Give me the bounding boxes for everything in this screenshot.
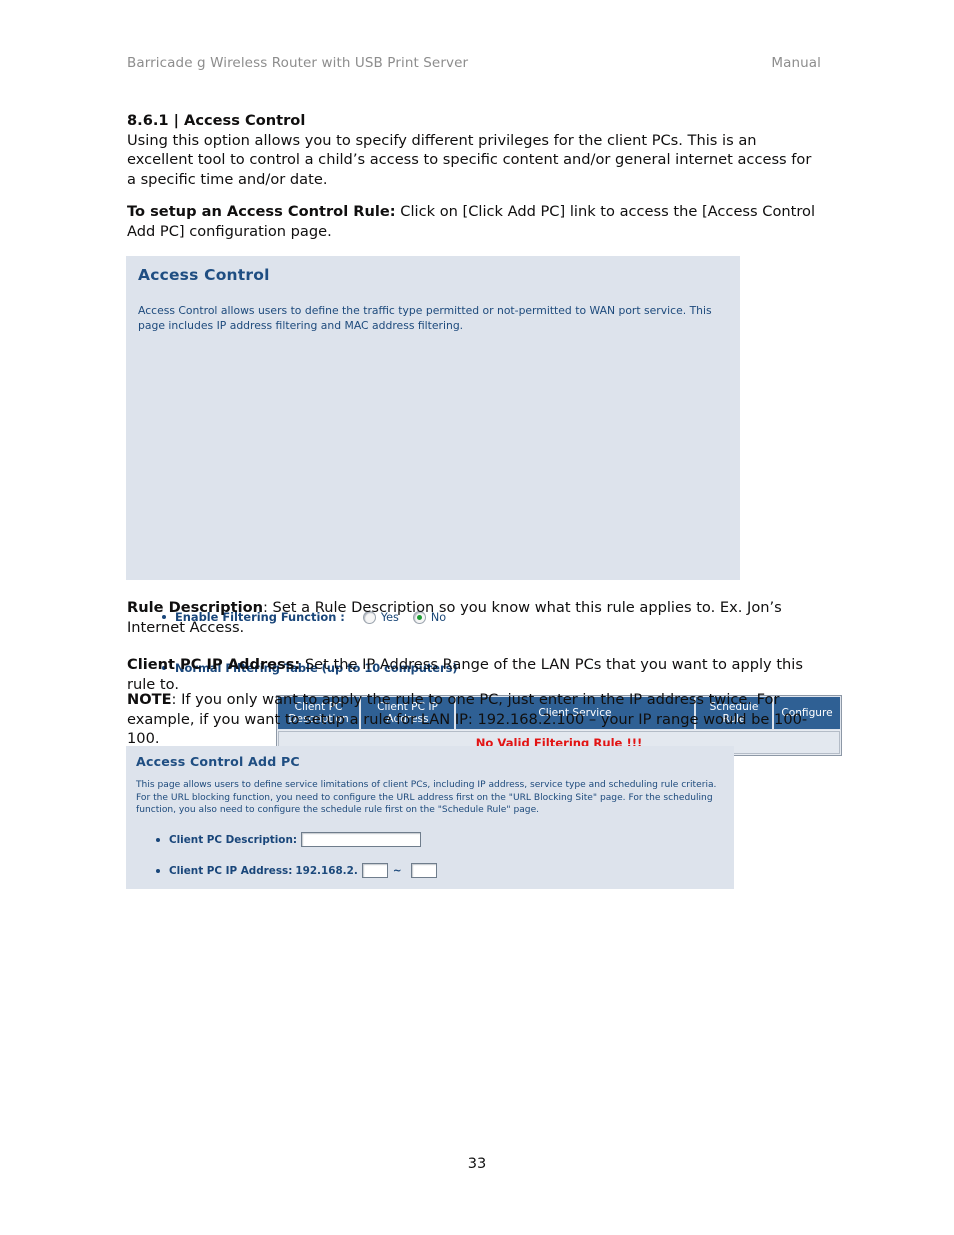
running-head: Barricade g Wireless Router with USB Pri… — [127, 55, 821, 71]
note-label: NOTE — [127, 691, 172, 708]
ip-prefix-text: 192.168.2. — [295, 864, 358, 877]
note-paragraph: NOTE: If you only want to apply the rule… — [127, 690, 821, 749]
setup-rule-paragraph: To setup an Access Control Rule: Click o… — [127, 202, 821, 241]
client-pc-description-label: Client PC Description: — [169, 833, 297, 846]
ip-range-separator: ~ — [392, 864, 402, 877]
bullet-icon — [156, 868, 160, 873]
access-control-panel-title: Access Control — [138, 266, 270, 284]
bullet-icon — [156, 837, 160, 842]
add-pc-panel-description: This page allows users to define service… — [136, 780, 717, 816]
section-intro-paragraph: Using this option allows you to specify … — [127, 131, 812, 188]
access-control-add-pc-panel: Access Control Add PC This page allows u… — [126, 746, 734, 889]
client-pc-ip-address-label: Client PC IP Address: — [169, 864, 293, 877]
access-control-panel-description: Access Control allows users to define th… — [138, 304, 712, 332]
client-pc-description-input[interactable] — [301, 832, 421, 847]
page-number: 33 — [467, 1155, 487, 1172]
section-heading: 8.6.1 | Access Control — [127, 112, 306, 129]
ip-range-start-input[interactable] — [361, 863, 388, 878]
rule-description-label: Rule Description — [127, 599, 263, 616]
note-text: : If you only want to apply the rule to … — [127, 691, 808, 747]
running-head-left: Barricade g Wireless Router with USB Pri… — [127, 55, 469, 71]
access-control-panel: Access Control Access Control allows use… — [126, 256, 842, 834]
client-pc-ip-field-row: Client PC IP Address: 192.168.2. ~ — [156, 863, 437, 878]
running-head-right: Manual — [771, 55, 821, 71]
add-pc-panel-title: Access Control Add PC — [136, 754, 300, 769]
rule-description-paragraph: Rule Description: Set a Rule Description… — [127, 598, 821, 637]
setup-rule-label: To setup an Access Control Rule: — [127, 203, 396, 220]
ip-range-end-input[interactable] — [410, 863, 437, 878]
client-pc-description-field-row: Client PC Description: — [156, 832, 421, 847]
document-page: Barricade g Wireless Router with USB Pri… — [0, 0, 954, 1235]
client-pc-ip-label: Client PC IP Address: — [127, 656, 301, 673]
client-pc-ip-paragraph: Client PC IP Address: Set the IP Address… — [127, 655, 821, 694]
section-intro-block: 8.6.1 | Access Control Using this option… — [127, 111, 821, 189]
